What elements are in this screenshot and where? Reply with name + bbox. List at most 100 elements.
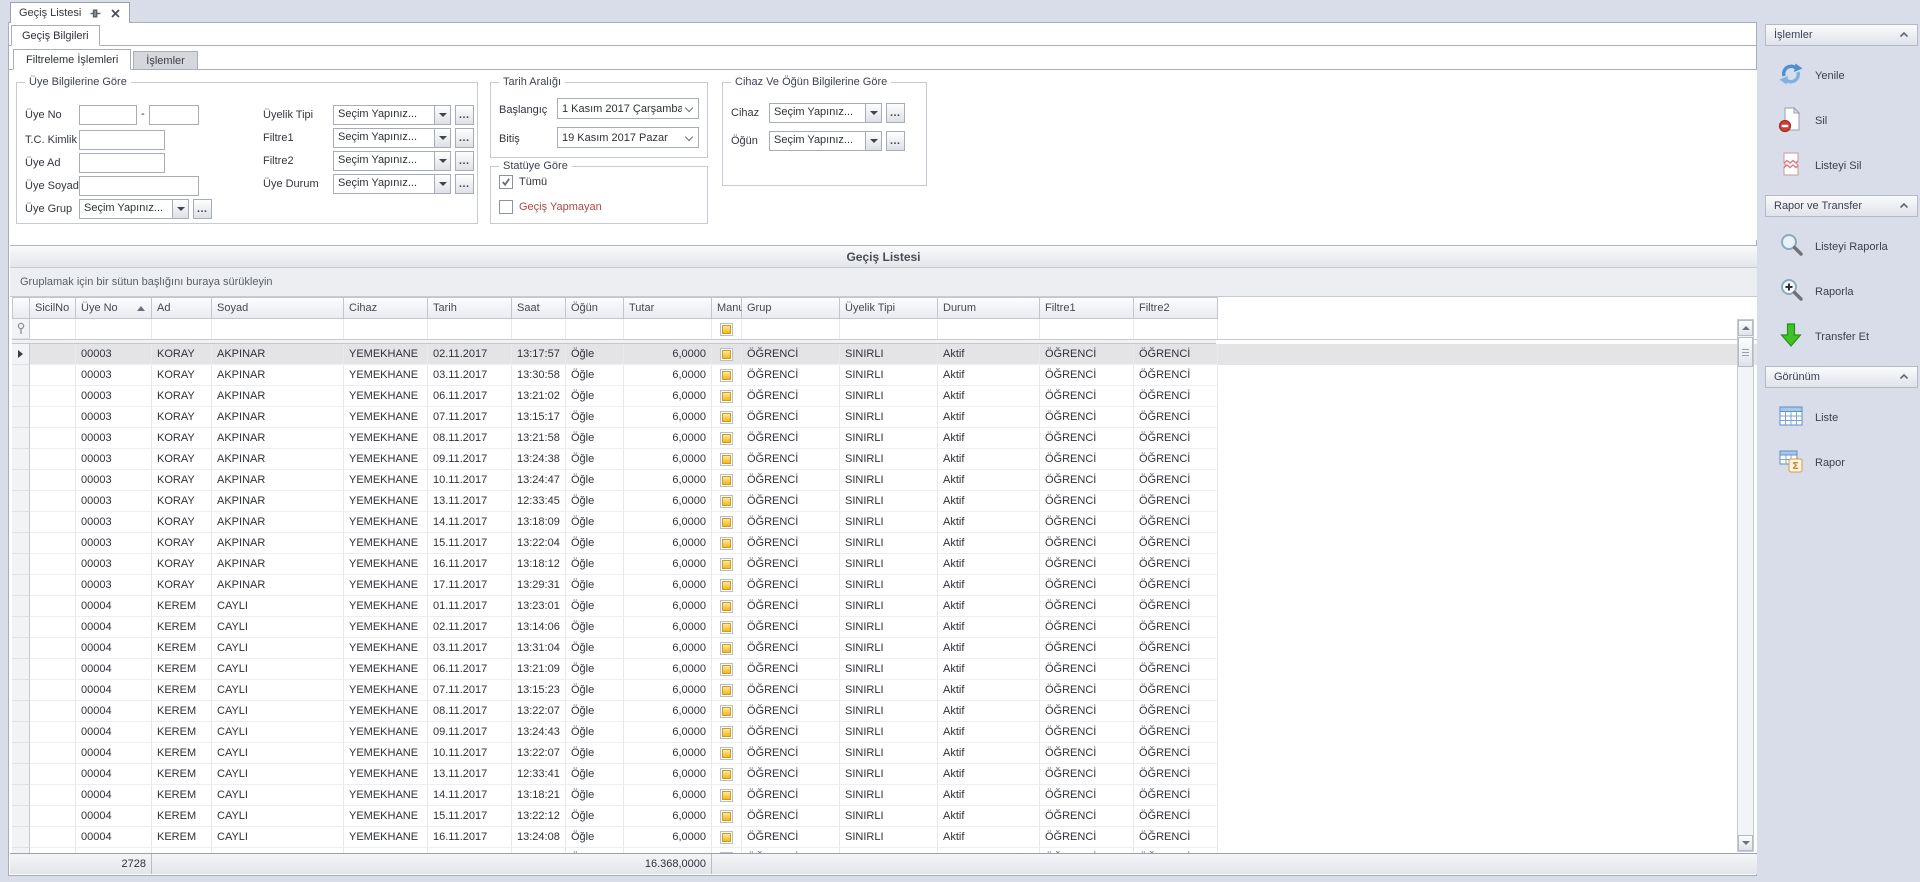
table-row[interactable]: 00004KEREMCAYLIYEMEKHANE06.11.201713:21:…	[12, 659, 1757, 680]
column-header-tarih[interactable]: Tarih	[428, 297, 512, 319]
filter-cell--yelik-tipi[interactable]	[840, 319, 938, 339]
column-header-filtre2[interactable]: Filtre2	[1134, 297, 1218, 319]
chevron-down-icon[interactable]	[434, 129, 450, 147]
filter-cell-sicilno[interactable]	[30, 319, 76, 339]
uye-grup-ellipsis-button[interactable]: …	[193, 199, 212, 219]
vertical-scrollbar[interactable]	[1737, 319, 1754, 852]
chevron-up-icon[interactable]	[1899, 29, 1909, 41]
table-row[interactable]: 00003KORAYAKPINARYEMEKHANE07.11.201713:1…	[12, 407, 1757, 428]
tc-kimlik-input[interactable]	[79, 130, 165, 150]
column-header--ye-no[interactable]: Üye No	[76, 297, 152, 319]
table-row[interactable]: 00003KORAYAKPINARYEMEKHANE03.11.201713:3…	[12, 365, 1757, 386]
end-date-picker[interactable]: 19 Kasım 2017 Pazar	[557, 127, 699, 148]
sidebar-section-header[interactable]: Rapor ve Transfer	[1765, 195, 1918, 217]
filtre1-ellipsis-button[interactable]: …	[455, 128, 474, 148]
table-row[interactable]: 00004KEREMCAYLIYEMEKHANE08.11.201713:22:…	[12, 701, 1757, 722]
filter-cell-ad[interactable]	[152, 319, 212, 339]
table-row[interactable]: 00003KORAYAKPINARYEMEKHANE13.11.201712:3…	[12, 491, 1757, 512]
checkbox-tumu[interactable]: Tümü	[499, 175, 547, 189]
column-header-durum[interactable]: Durum	[938, 297, 1040, 319]
filter-cell-saat[interactable]	[512, 319, 566, 339]
column-header--n[interactable]: Öğün	[566, 297, 624, 319]
checkbox-gecis-yapmayan[interactable]: Geçiş Yapmayan	[499, 200, 602, 214]
table-row[interactable]: 00004KEREMCAYLIYEMEKHANE09.11.201713:24:…	[12, 722, 1757, 743]
tab-islemler[interactable]: İşlemler	[133, 51, 198, 70]
scrollbar-thumb[interactable]	[1738, 337, 1753, 367]
filter-cell--ye-no[interactable]	[76, 319, 152, 339]
uye-no-to-input[interactable]	[149, 105, 199, 125]
table-row[interactable]: 00003KORAYAKPINARYEMEKHANE17.11.201713:2…	[12, 575, 1757, 596]
filtre2-ellipsis-button[interactable]: …	[455, 151, 474, 171]
table-row[interactable]: 00003KORAYAKPINARYEMEKHANE10.11.201713:2…	[12, 470, 1757, 491]
table-row[interactable]: 00003KORAYAKPINARYEMEKHANE02.11.201713:1…	[12, 344, 1757, 365]
filter-cell-soyad[interactable]	[212, 319, 344, 339]
column-header--yelik-tipi[interactable]: Üyelik Tipi	[840, 297, 938, 319]
column-header-tutar[interactable]: Tutar	[624, 297, 712, 319]
filtre1-dropdown[interactable]: Seçim Yapınız...	[333, 128, 451, 148]
group-by-panel[interactable]: Gruplamak için bir sütun başlığını buray…	[10, 268, 1757, 297]
table-row[interactable]: 00003KORAYAKPINARYEMEKHANE16.11.201713:1…	[12, 554, 1757, 575]
uye-soyad-input[interactable]	[79, 176, 199, 196]
filter-cell-filtre1[interactable]	[1040, 319, 1134, 339]
chevron-down-icon[interactable]	[434, 175, 450, 193]
uye-no-from-input[interactable]	[79, 105, 137, 125]
column-header-cihaz[interactable]: Cihaz	[344, 297, 428, 319]
ogun-dropdown[interactable]: Seçim Yapınız...	[769, 131, 882, 151]
filter-cell-filtre2[interactable]	[1134, 319, 1218, 339]
filter-cell-manuel[interactable]	[712, 319, 742, 339]
filter-cell-grup[interactable]	[742, 319, 840, 339]
chevron-up-icon[interactable]	[1899, 371, 1909, 383]
chevron-down-icon[interactable]	[172, 200, 188, 218]
unchecked-checkbox-icon[interactable]	[499, 200, 513, 214]
tab-gecis-bilgileri[interactable]: Geçiş Bilgileri	[11, 25, 100, 46]
uyelik-tipi-ellipsis-button[interactable]: …	[455, 105, 474, 125]
table-row[interactable]: 00004KEREMCAYLIYEMEKHANE10.11.201713:22:…	[12, 743, 1757, 764]
sidebar-item-raporla[interactable]: Raporla	[1765, 272, 1918, 311]
table-row[interactable]: 00004KEREMCAYLIYEMEKHANE07.11.201713:15:…	[12, 680, 1757, 701]
filter-cell-durum[interactable]	[938, 319, 1040, 339]
start-date-picker[interactable]: 1 Kasım 2017 Çarşamba	[557, 98, 699, 119]
table-row[interactable]: 00004KEREMCAYLIYEMEKHANE15.11.201713:22:…	[12, 806, 1757, 827]
uye-ad-input[interactable]	[79, 153, 165, 173]
filter-cell--n[interactable]	[566, 319, 624, 339]
chevron-down-icon[interactable]	[685, 132, 693, 140]
tab-filtreleme-islemleri[interactable]: Filtreleme İşlemleri	[13, 49, 131, 70]
chevron-down-icon[interactable]	[865, 104, 881, 122]
chevron-down-icon[interactable]	[865, 132, 881, 150]
chevron-down-icon[interactable]	[685, 103, 693, 111]
filter-cell-tutar[interactable]	[624, 319, 712, 339]
uye-grup-dropdown[interactable]: Seçim Yapınız...	[79, 199, 189, 219]
sidebar-item-rapor[interactable]: ΣRapor	[1765, 443, 1918, 482]
table-row[interactable]: 00004KEREMCAYLIYEMEKHANE02.11.201713:14:…	[12, 617, 1757, 638]
chevron-up-icon[interactable]	[1899, 200, 1909, 212]
column-header-soyad[interactable]: Soyad	[212, 297, 344, 319]
table-row[interactable]: 00004KEREMCAYLIYEMEKHANE16.11.201713:24:…	[12, 827, 1757, 848]
sidebar-item-transfer-et[interactable]: Transfer Et	[1765, 317, 1918, 356]
sidebar-section-header[interactable]: Görünüm	[1765, 366, 1918, 388]
scroll-down-icon[interactable]	[1738, 835, 1753, 851]
uye-durum-dropdown[interactable]: Seçim Yapınız...	[333, 174, 451, 194]
auto-filter-row[interactable]	[12, 319, 1757, 340]
sidebar-section-header[interactable]: İşlemler	[1765, 24, 1918, 46]
cihaz-dropdown[interactable]: Seçim Yapınız...	[769, 103, 882, 123]
table-row[interactable]: 00003KORAYAKPINARYEMEKHANE14.11.201713:1…	[12, 512, 1757, 533]
chevron-down-icon[interactable]	[434, 106, 450, 124]
checked-checkbox-icon[interactable]	[499, 175, 513, 189]
filtre2-dropdown[interactable]: Seçim Yapınız...	[333, 151, 451, 171]
table-row[interactable]: 00004KEREMCAYLIYEMEKHANE01.11.201713:23:…	[12, 596, 1757, 617]
uyelik-tipi-dropdown[interactable]: Seçim Yapınız...	[333, 105, 451, 125]
table-row[interactable]: 00003KORAYAKPINARYEMEKHANE09.11.201713:2…	[12, 449, 1757, 470]
table-row[interactable]: 00004KEREMCAYLIYEMEKHANE14.11.201713:18:…	[12, 785, 1757, 806]
sidebar-item-sil[interactable]: Sil	[1765, 101, 1918, 140]
column-header-manuel[interactable]: Manuel	[712, 297, 742, 319]
table-row[interactable]: 00003KORAYAKPINARYEMEKHANE08.11.201713:2…	[12, 428, 1757, 449]
table-row[interactable]: 00003KORAYAKPINARYEMEKHANE15.11.201713:2…	[12, 533, 1757, 554]
ogun-ellipsis-button[interactable]: …	[886, 131, 905, 151]
column-header-sicilno[interactable]: SicilNo	[30, 297, 76, 319]
filter-cell-tarih[interactable]	[428, 319, 512, 339]
scroll-up-icon[interactable]	[1738, 320, 1753, 336]
sidebar-item-yenile[interactable]: Yenile	[1765, 56, 1918, 95]
table-row[interactable]: 00003KORAYAKPINARYEMEKHANE06.11.201713:2…	[12, 386, 1757, 407]
uye-durum-ellipsis-button[interactable]: …	[455, 174, 474, 194]
sidebar-item-liste[interactable]: Liste	[1765, 398, 1918, 437]
